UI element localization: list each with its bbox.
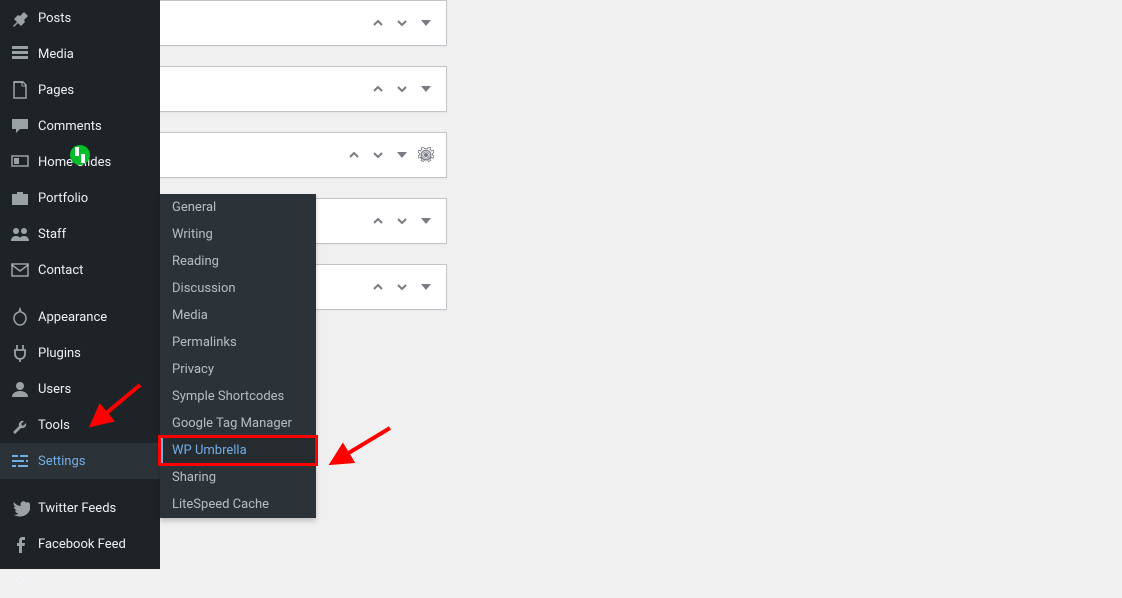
sidebar-item-comments[interactable]: Comments xyxy=(0,108,160,144)
sidebar-item-label: Plugins xyxy=(38,346,81,361)
toggle-icon[interactable] xyxy=(394,147,410,163)
sidebar-item-portfolio[interactable]: Portfolio xyxy=(0,180,160,216)
submenu-item-permalinks[interactable]: Permalinks xyxy=(160,329,316,356)
submenu-item-writing[interactable]: Writing xyxy=(160,221,316,248)
move-up-icon[interactable] xyxy=(370,15,386,31)
submenu-item-privacy[interactable]: Privacy xyxy=(160,356,316,383)
appearance-icon xyxy=(10,307,30,327)
submenu-item-discussion[interactable]: Discussion xyxy=(160,275,316,302)
sidebar-item-label: Contact xyxy=(38,263,83,278)
sidebar-item-facebook-feed[interactable]: Facebook Feed xyxy=(0,526,160,562)
submenu-item-litespeed-cache[interactable]: LiteSpeed Cache xyxy=(160,491,316,518)
toggle-icon[interactable] xyxy=(418,213,434,229)
sidebar-item-label: Users xyxy=(38,382,71,397)
move-down-icon[interactable] xyxy=(394,15,410,31)
submenu-item-wp-umbrella[interactable]: WP Umbrella xyxy=(160,437,316,464)
page-icon xyxy=(10,80,30,100)
facebook-icon xyxy=(10,534,30,554)
gear-icon[interactable] xyxy=(418,147,434,163)
sidebar-item-staff[interactable]: Staff xyxy=(0,216,160,252)
sidebar-item-appearance[interactable]: Appearance xyxy=(0,293,160,335)
sidebar-item-label: Media xyxy=(38,47,74,62)
move-down-icon[interactable] xyxy=(394,213,410,229)
move-down-icon[interactable] xyxy=(394,279,410,295)
toggle-icon[interactable] xyxy=(418,15,434,31)
sidebar-item-label: Posts xyxy=(38,11,71,26)
slides-icon xyxy=(10,152,30,172)
move-up-icon[interactable] xyxy=(370,279,386,295)
settings-icon xyxy=(10,451,30,471)
sidebar-item-label: Twitter Feeds xyxy=(38,501,116,516)
postbox-handle-actions xyxy=(370,15,434,31)
contact-icon xyxy=(10,260,30,280)
postbox-handle-actions xyxy=(370,213,434,229)
sidebar-item-settings[interactable]: Settings xyxy=(0,443,160,479)
users-icon xyxy=(10,379,30,399)
move-up-icon[interactable] xyxy=(370,213,386,229)
submenu-item-reading[interactable]: Reading xyxy=(160,248,316,275)
sidebar-item-media[interactable]: Media xyxy=(0,36,160,72)
admin-sidebar: PostsMediaPagesCommentsHome SlidesPortfo… xyxy=(0,0,160,569)
sidebar-item-loginizer-security[interactable]: Loginizer Security xyxy=(0,562,160,598)
sidebar-item-posts[interactable]: Posts xyxy=(0,0,160,36)
staff-icon xyxy=(10,224,30,244)
sidebar-item-label: Settings xyxy=(38,454,85,469)
sidebar-item-label: Facebook Feed xyxy=(38,537,126,552)
postbox-handle-actions xyxy=(370,81,434,97)
sidebar-item-twitter-feeds[interactable]: Twitter Feeds xyxy=(0,484,160,526)
submenu-item-sharing[interactable]: Sharing xyxy=(160,464,316,491)
jetpack-logo-icon xyxy=(70,145,90,165)
twitter-icon xyxy=(10,498,30,518)
sidebar-item-contact[interactable]: Contact xyxy=(0,252,160,288)
media-icon xyxy=(10,44,30,64)
sidebar-item-pages[interactable]: Pages xyxy=(0,72,160,108)
toggle-icon[interactable] xyxy=(418,81,434,97)
pin-icon xyxy=(10,8,30,28)
portfolio-icon xyxy=(10,188,30,208)
sidebar-item-tools[interactable]: Tools xyxy=(0,407,160,443)
move-down-icon[interactable] xyxy=(370,147,386,163)
submenu-item-general[interactable]: General xyxy=(160,194,316,221)
toggle-icon[interactable] xyxy=(418,279,434,295)
submenu-item-media[interactable]: Media xyxy=(160,302,316,329)
settings-submenu: GeneralWritingReadingDiscussionMediaPerm… xyxy=(160,194,316,518)
sidebar-item-label: Portfolio xyxy=(38,191,88,206)
sidebar-item-label: Pages xyxy=(38,83,74,98)
postbox-handle-actions xyxy=(346,147,434,163)
comment-icon xyxy=(10,116,30,136)
move-down-icon[interactable] xyxy=(394,81,410,97)
sidebar-item-label: Appearance xyxy=(38,310,107,325)
submenu-item-google-tag-manager[interactable]: Google Tag Manager xyxy=(160,410,316,437)
move-up-icon[interactable] xyxy=(346,147,362,163)
security-icon xyxy=(10,570,30,590)
move-up-icon[interactable] xyxy=(370,81,386,97)
submenu-item-symple-shortcodes[interactable]: Symple Shortcodes xyxy=(160,383,316,410)
sidebar-item-users[interactable]: Users xyxy=(0,371,160,407)
sidebar-item-label: Comments xyxy=(38,119,102,134)
tools-icon xyxy=(10,415,30,435)
sidebar-item-plugins[interactable]: Plugins xyxy=(0,335,160,371)
sidebar-item-label: Loginizer Security xyxy=(38,573,141,588)
sidebar-item-label: Staff xyxy=(38,227,66,242)
sidebar-item-label: Tools xyxy=(38,418,70,433)
postbox-handle-actions xyxy=(370,279,434,295)
plugin-icon xyxy=(10,343,30,363)
annotation-arrow-wpumbrella xyxy=(320,418,400,478)
